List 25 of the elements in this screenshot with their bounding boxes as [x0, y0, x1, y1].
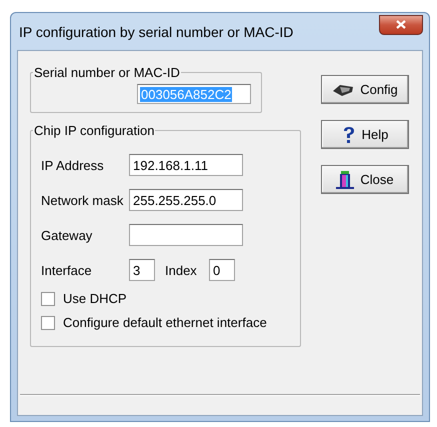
- checkbox-label: Use DHCP: [63, 291, 127, 306]
- input-field[interactable]: 0: [209, 259, 235, 281]
- field-label: IP Address: [41, 158, 105, 172]
- field-label: Gateway: [41, 228, 94, 242]
- field-label: Interface: [41, 262, 93, 278]
- card-reader-icon: [332, 82, 354, 96]
- checkbox[interactable]: [41, 292, 55, 306]
- checkbox[interactable]: [41, 316, 55, 330]
- input-field[interactable]: 192.168.1.11: [129, 154, 243, 176]
- help-icon: [342, 126, 356, 144]
- config-button[interactable]: Config: [321, 75, 409, 104]
- close-button[interactable]: [379, 14, 423, 34]
- input-field[interactable]: [129, 224, 243, 246]
- close-icon: [396, 20, 406, 29]
- field-label: Index: [165, 262, 198, 278]
- window-title: IP configuration by serial number or MAC-ID: [18, 24, 294, 40]
- close-button[interactable]: Close: [321, 165, 409, 194]
- checkbox-label: Configure default ethernet interface: [63, 315, 267, 330]
- input-field[interactable]: 3: [129, 259, 155, 281]
- group-title: Serial number or MAC-ID: [33, 65, 181, 80]
- door-exit-icon: [336, 170, 354, 190]
- help-button[interactable]: Help: [321, 120, 409, 149]
- field-label: Network mask: [41, 192, 124, 208]
- group-title: Chip IP configuration: [33, 123, 156, 138]
- input-field[interactable]: 255.255.255.0: [129, 189, 243, 211]
